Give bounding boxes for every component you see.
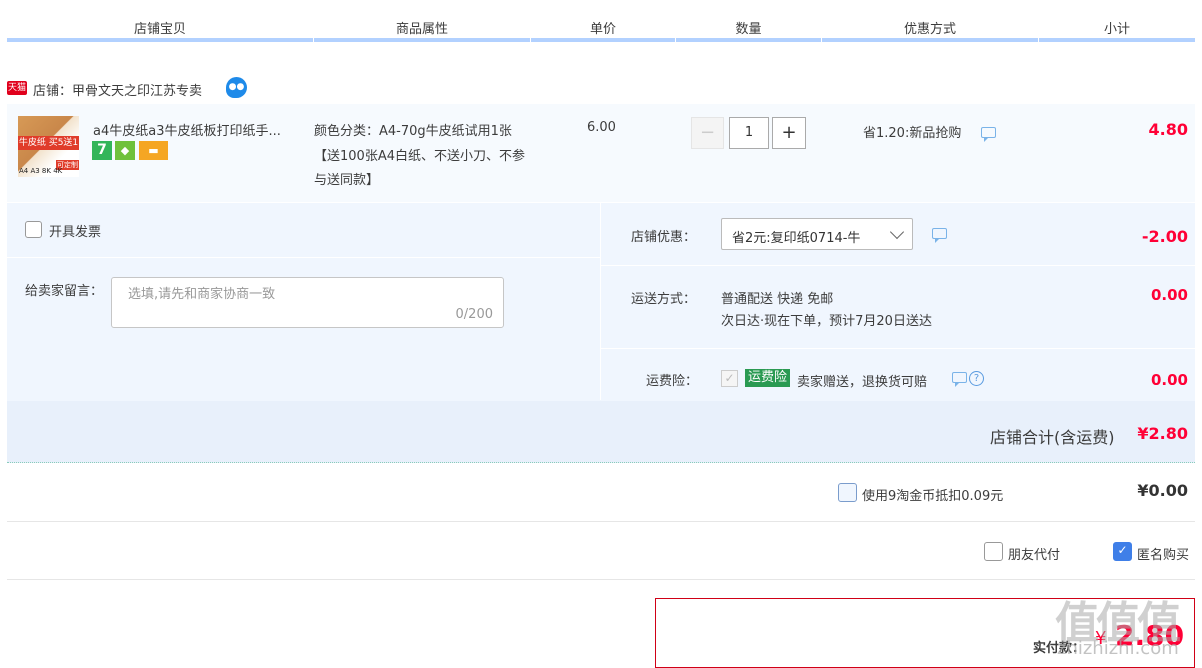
quantity-decrease-button[interactable]: − bbox=[691, 117, 724, 149]
product-thumbnail[interactable]: 牛皮纸 买5送1 可定制 A4 A3 8K 4K bbox=[18, 116, 79, 177]
help-icon[interactable]: ? bbox=[969, 371, 984, 386]
promotion-info-icon[interactable] bbox=[981, 127, 996, 142]
column-header-quantity: 数量 bbox=[735, 22, 762, 37]
message-label: 给卖家留言： bbox=[25, 284, 104, 299]
cart-item-row bbox=[7, 104, 1195, 202]
shipping-method: 普通配送 快递 免邮 bbox=[721, 292, 834, 307]
shop-discount-amount: -2.00 bbox=[1141, 227, 1188, 246]
shop-discount-value: 省2元:复印纸0714-牛 bbox=[732, 231, 861, 246]
column-header-item: 店铺宝贝 bbox=[133, 22, 186, 37]
credit-card-icon[interactable]: ▬ bbox=[139, 141, 168, 160]
shipping-eta: 次日达·现在下单，预计7月20日送达 bbox=[721, 314, 932, 329]
header-divider bbox=[676, 38, 821, 42]
insurance-info-icon[interactable] bbox=[952, 372, 967, 387]
header-divider bbox=[1039, 38, 1195, 42]
shipping-amount: 0.00 bbox=[1150, 286, 1188, 304]
divider bbox=[7, 257, 600, 258]
seven-day-return-icon[interactable]: 7 bbox=[92, 141, 112, 160]
invoice-label: 开具发票 bbox=[49, 225, 102, 240]
anonymous-label: 匿名购买 bbox=[1137, 548, 1190, 563]
shop-discount-select[interactable]: 省2元:复印纸0714-牛 bbox=[721, 218, 913, 250]
thumbnail-banner-text: 牛皮纸 买5送1 bbox=[18, 136, 79, 150]
wangwang-chat-icon[interactable]: ●● bbox=[226, 77, 247, 98]
divider bbox=[600, 203, 601, 400]
promotion-text: 省1.20:新品抢购 bbox=[863, 126, 962, 141]
column-header-price: 单价 bbox=[589, 22, 616, 37]
friend-pay-label: 朋友代付 bbox=[1008, 548, 1061, 563]
insurance-label: 运费险： bbox=[646, 374, 699, 389]
unit-price: 6.00 bbox=[587, 120, 616, 135]
shop-discount-label: 店铺优惠： bbox=[631, 230, 697, 245]
product-sku: 颜色分类：A4-70g牛皮纸试用1张【送100张A4白纸、不送小刀、不参与送同款… bbox=[314, 124, 525, 188]
coins-checkbox[interactable] bbox=[838, 483, 857, 502]
discount-info-icon[interactable] bbox=[932, 228, 947, 243]
divider bbox=[7, 521, 1195, 522]
anonymous-checkbox[interactable]: ✓ bbox=[1113, 542, 1132, 561]
product-title-link[interactable]: a4牛皮纸a3牛皮纸板打印纸手... bbox=[93, 120, 281, 139]
tmall-badge-icon: 天猫 bbox=[7, 81, 27, 95]
insurance-description: 卖家赠送，退换货可赔 bbox=[797, 375, 928, 390]
shop-total-label: 店铺合计(含运费) bbox=[990, 428, 1115, 447]
quantity-input[interactable]: 1 bbox=[729, 117, 769, 149]
shipping-label: 运送方式： bbox=[631, 292, 697, 307]
insurance-tag: 运费险 bbox=[745, 369, 791, 387]
watermark-url: zhizhizhi.com bbox=[1057, 638, 1179, 659]
coins-value: ¥0.00 bbox=[1137, 481, 1188, 500]
header-divider bbox=[314, 38, 530, 42]
column-header-subtotal: 小计 bbox=[1103, 22, 1130, 37]
seller-message-input[interactable] bbox=[126, 286, 470, 303]
header-divider bbox=[531, 38, 675, 42]
column-header-discount: 优惠方式 bbox=[903, 22, 956, 37]
header-divider bbox=[7, 38, 313, 42]
item-subtotal: 4.80 bbox=[1148, 120, 1188, 139]
divider bbox=[601, 265, 1195, 266]
guarantee-icon[interactable]: ◆ bbox=[115, 141, 135, 160]
column-header-attributes: 商品属性 bbox=[395, 22, 448, 37]
divider bbox=[7, 579, 1195, 580]
friend-pay-checkbox[interactable] bbox=[984, 542, 1003, 561]
shop-total-value: ¥2.80 bbox=[1137, 424, 1188, 443]
divider bbox=[601, 348, 1195, 349]
insurance-amount: 0.00 bbox=[1150, 371, 1188, 389]
invoice-checkbox[interactable] bbox=[25, 221, 42, 238]
message-char-count: 0/200 bbox=[455, 307, 493, 322]
header-divider bbox=[822, 38, 1038, 42]
coins-label: 使用9淘金币抵扣0.09元 bbox=[862, 489, 1004, 504]
quantity-increase-button[interactable]: + bbox=[772, 117, 806, 149]
chevron-down-icon bbox=[889, 224, 905, 240]
shop-name-link[interactable]: 店铺：甲骨文天之印江苏专卖 bbox=[33, 80, 202, 99]
thumbnail-sizes-text: A4 A3 8K 4K bbox=[19, 167, 63, 175]
insurance-checkbox: ✓ bbox=[721, 370, 738, 387]
seller-message-field[interactable]: 0/200 bbox=[111, 277, 504, 328]
